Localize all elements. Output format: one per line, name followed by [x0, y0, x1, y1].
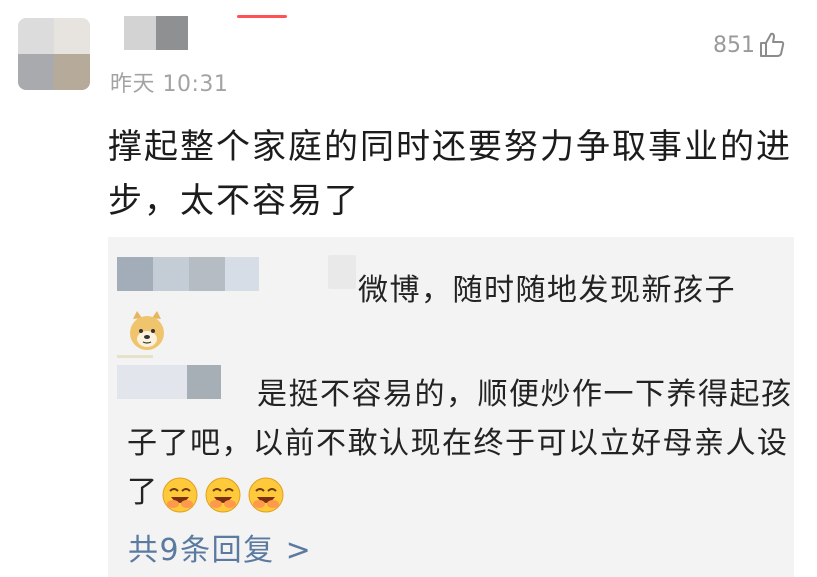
thumbs-up-icon[interactable] [758, 31, 786, 59]
reply-username[interactable] [117, 257, 259, 291]
comment-timestamp: 昨天 10:31 [110, 72, 229, 97]
view-more-replies-link[interactable]: 共9条回复 > [128, 525, 312, 569]
laughing-face-emoji-icon [162, 477, 197, 512]
laughing-face-emoji-icon [205, 477, 240, 512]
reply-text-line1: 是挺不容易的，顺便炒作一下养 [257, 377, 698, 412]
accent-bar [237, 15, 287, 18]
doge-emoji-icon [127, 309, 167, 353]
reply-username-tail [328, 255, 356, 289]
reply-text: 是挺不容易的，顺便炒作一下养得起孩子了吧，以前不敢认现在终于可以立好母亲人设了 [127, 370, 797, 518]
divider [117, 355, 153, 358]
reply-text: 微博，随时随地发现新孩子 [358, 273, 736, 308]
laughing-face-emoji-icon [248, 477, 283, 512]
avatar[interactable] [18, 18, 90, 90]
like-count[interactable]: 851 [713, 33, 755, 58]
emoji-group [161, 469, 290, 518]
comment-text: 撑起整个家庭的同时还要努力争取事业的进步，太不容易了 [108, 127, 792, 221]
username[interactable] [124, 16, 188, 50]
